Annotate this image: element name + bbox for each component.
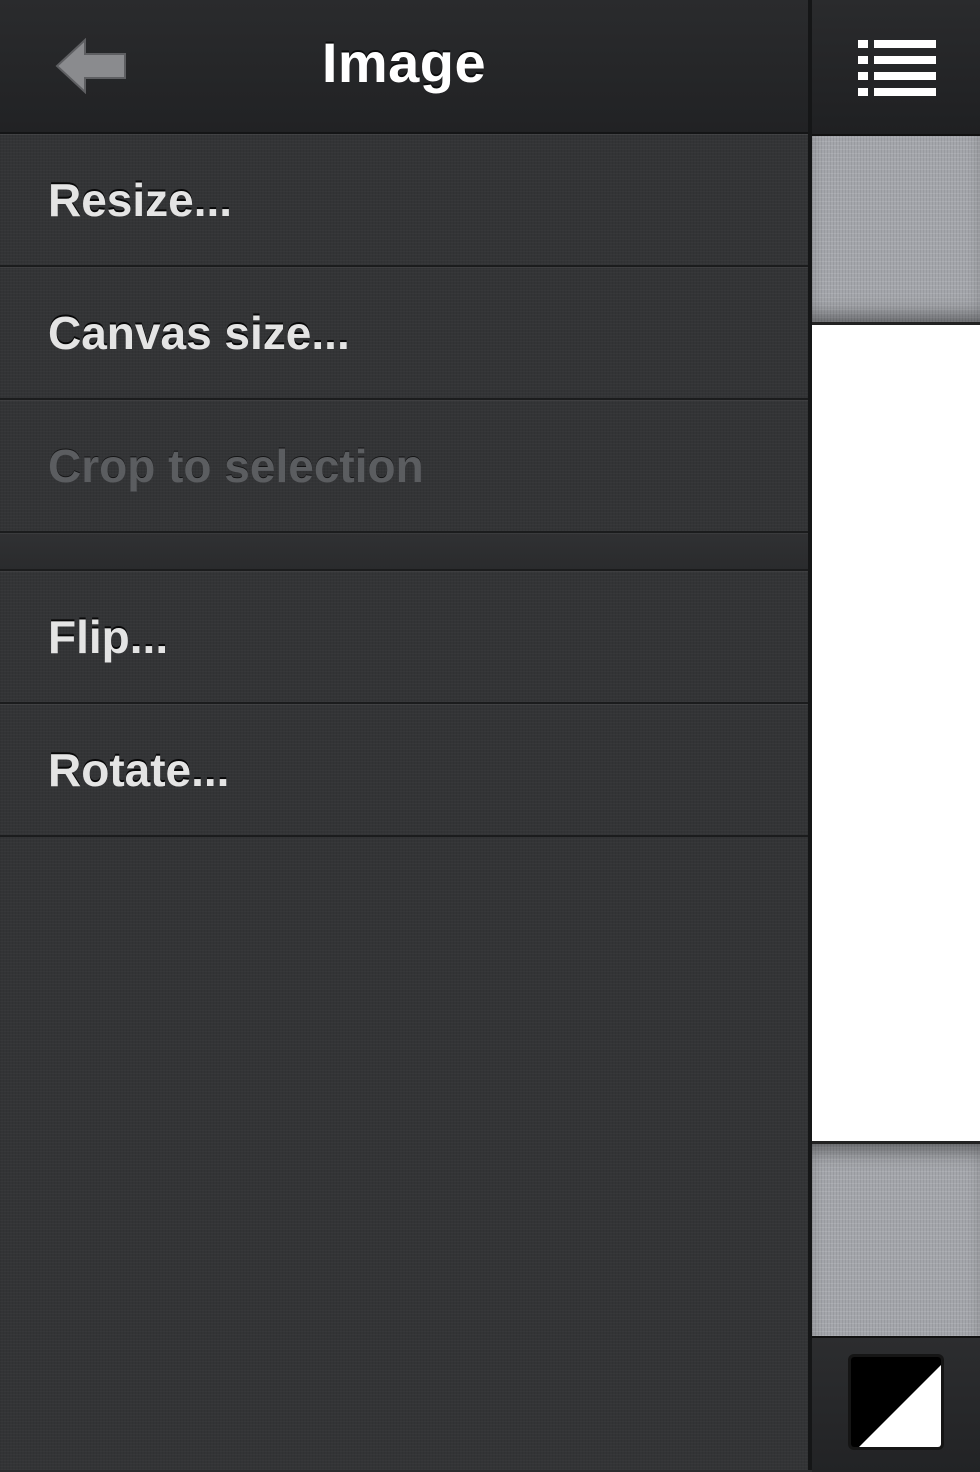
navigation-bar: Image xyxy=(0,0,808,134)
menu-item-label: Rotate... xyxy=(48,743,230,796)
top-toolbar xyxy=(812,0,980,136)
menu-item-label: Crop to selection xyxy=(48,439,424,492)
menu-item-rotate[interactable]: Rotate... xyxy=(0,704,808,837)
menu-item-canvas-size[interactable]: Canvas size... xyxy=(0,267,808,400)
image-menu-panel: Image Resize... Canvas size... Crop to s… xyxy=(0,0,808,1470)
list-icon xyxy=(858,40,936,96)
menu-group-separator xyxy=(0,533,808,571)
menu-item-crop-to-selection: Crop to selection xyxy=(0,400,808,533)
bottom-toolbar xyxy=(812,1336,980,1472)
menu-item-label: Resize... xyxy=(48,173,233,226)
list-button[interactable] xyxy=(856,38,938,98)
menu-item-flip[interactable]: Flip... xyxy=(0,571,808,704)
menu-list: Resize... Canvas size... Crop to selecti… xyxy=(0,134,808,837)
drawing-canvas[interactable] xyxy=(812,322,980,1144)
page-title: Image xyxy=(321,31,487,94)
primary-secondary-color-icon xyxy=(851,1357,941,1447)
linen-background-bottom xyxy=(812,1144,980,1336)
canvas-preview-strip xyxy=(808,0,980,1472)
menu-item-label: Canvas size... xyxy=(48,306,350,359)
menu-item-label: Flip... xyxy=(48,610,169,663)
menu-item-resize[interactable]: Resize... xyxy=(0,134,808,267)
linen-background-top xyxy=(812,136,980,322)
color-picker-button[interactable] xyxy=(848,1354,944,1450)
